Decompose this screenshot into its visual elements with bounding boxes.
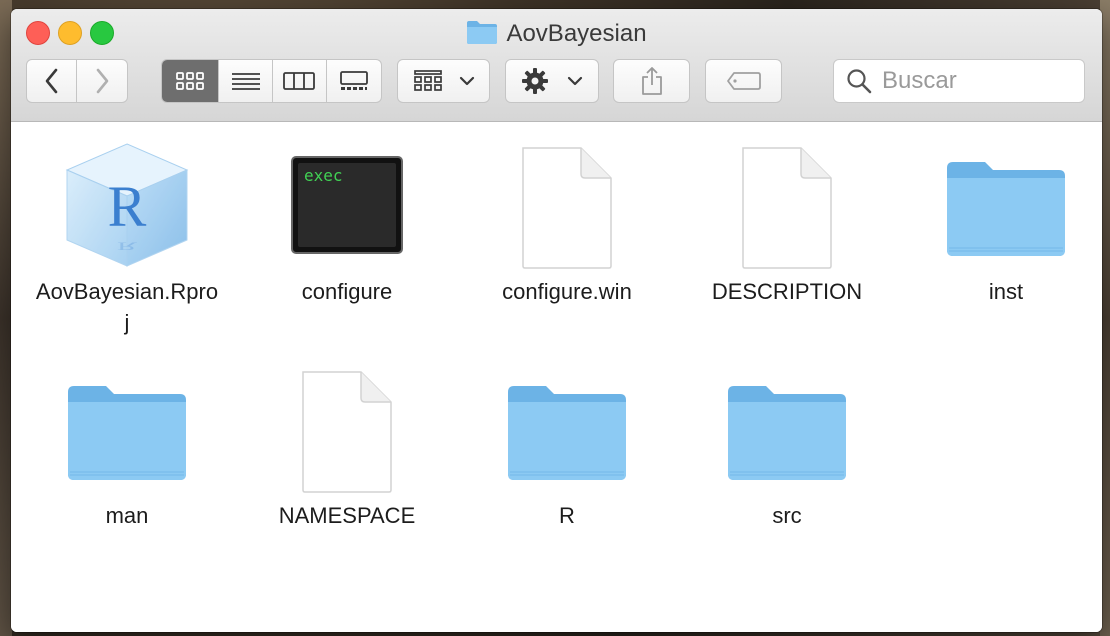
search-input[interactable] — [880, 66, 1074, 96]
share-icon — [641, 67, 662, 95]
chevron-left-icon — [45, 68, 57, 94]
file-name: NAMESPACE — [278, 503, 416, 528]
file-name: configure — [301, 279, 393, 304]
file-item-rproj[interactable]: R R AovBayesian.Rpro j — [17, 130, 237, 338]
chevron-down-icon — [567, 76, 583, 86]
file-item-r[interactable]: R — [457, 354, 677, 531]
search-field[interactable] — [833, 59, 1085, 103]
file-name: AovBayesian.Rpro j — [35, 279, 219, 335]
file-item-man[interactable]: man — [17, 354, 237, 531]
back-button[interactable] — [27, 60, 78, 102]
file-item-src[interactable]: src — [677, 354, 897, 531]
chevron-right-icon — [96, 68, 109, 94]
svg-text:R: R — [108, 174, 147, 239]
toolbar — [11, 59, 1102, 105]
file-name: inst — [988, 279, 1024, 304]
gallery-view-icon — [339, 71, 368, 90]
rproject-icon: R R — [17, 130, 237, 270]
folder-icon — [896, 130, 1102, 270]
tag-icon — [726, 72, 761, 90]
document-icon — [237, 354, 457, 494]
terminal-exec-icon: exec — [237, 130, 457, 270]
document-icon — [677, 130, 897, 270]
column-view-icon — [283, 72, 316, 90]
folder-icon — [677, 354, 897, 494]
gear-icon — [522, 68, 548, 94]
view-mode-control — [161, 59, 382, 103]
icon-view-icon — [176, 72, 205, 90]
file-name: configure.win — [502, 279, 632, 304]
svg-text:R: R — [117, 240, 138, 253]
search-icon — [847, 69, 872, 94]
chevron-down-icon — [459, 76, 474, 86]
file-item-namespace[interactable]: NAMESPACE — [237, 354, 457, 531]
finder-window: AovBayesian Buscar R R AovBayesian.Rpro … — [11, 9, 1102, 632]
group-by-button[interactable] — [397, 59, 490, 103]
file-name: man — [105, 503, 149, 528]
window-title: AovBayesian — [11, 19, 1102, 52]
file-name: src — [772, 503, 802, 528]
list-view-button[interactable] — [219, 60, 273, 102]
file-name: R — [559, 503, 575, 528]
folder-icon — [17, 354, 237, 494]
folder-icon — [457, 354, 677, 494]
tag-button[interactable] — [705, 59, 782, 103]
window-title-text: AovBayesian — [506, 20, 647, 47]
file-item-inst[interactable]: inst — [896, 130, 1102, 307]
share-button[interactable] — [613, 59, 690, 103]
action-button[interactable] — [505, 59, 599, 103]
exec-text: exec — [304, 166, 343, 185]
file-grid: R R AovBayesian.Rpro j exec configure co… — [11, 122, 1102, 632]
folder-icon — [466, 19, 498, 52]
document-icon — [457, 130, 677, 270]
navigation-buttons — [26, 59, 128, 103]
title-bar: AovBayesian — [11, 9, 1102, 122]
file-name: DESCRIPTION — [711, 279, 863, 304]
group-by-icon — [413, 70, 442, 91]
forward-button[interactable] — [77, 60, 127, 102]
file-item-configure[interactable]: exec configure — [237, 130, 457, 307]
file-item-description[interactable]: DESCRIPTION — [677, 130, 897, 307]
gallery-view-button[interactable] — [327, 60, 381, 102]
file-item-configure-win[interactable]: configure.win — [457, 130, 677, 307]
column-view-button[interactable] — [273, 60, 327, 102]
list-view-icon — [231, 73, 260, 90]
icon-view-button[interactable] — [162, 60, 220, 102]
